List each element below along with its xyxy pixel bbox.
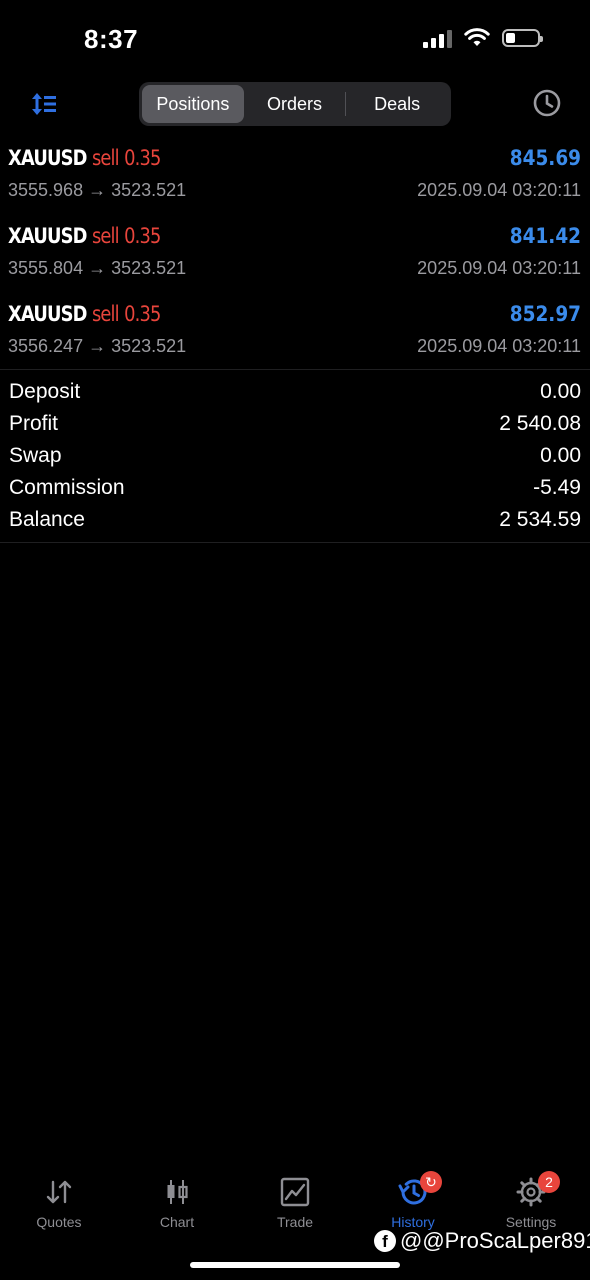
candlestick-icon	[167, 1180, 188, 1204]
wifi-icon	[464, 28, 490, 46]
battery-icon	[502, 29, 543, 47]
watermark: f @@ProScaLper891	[374, 1228, 590, 1254]
tab-trade[interactable]: Trade	[236, 1168, 354, 1238]
deal-time: 2025.09.04 03:20:11	[417, 180, 581, 200]
summary-label: Commission	[9, 476, 125, 499]
home-indicator[interactable]	[190, 1262, 400, 1268]
summary-row-swap: Swap 0.00	[0, 440, 590, 472]
deal-title: XAUUSD sell 0.35	[8, 224, 161, 248]
deal-profit: 841.42	[509, 224, 581, 248]
deal-title: XAUUSD sell 0.35	[8, 146, 161, 170]
deal-row[interactable]: XAUUSD sell 0.35 841.42 3555.804 → 3523.…	[0, 214, 590, 292]
deal-profit: 845.69	[509, 146, 581, 170]
tab-orders[interactable]: Orders	[244, 85, 346, 123]
summary-value: 0.00	[540, 444, 581, 467]
summary-label: Balance	[9, 508, 85, 531]
deal-title: XAUUSD sell 0.35	[8, 302, 161, 326]
divider	[0, 369, 590, 370]
deal-symbol: XAUUSD	[8, 224, 87, 248]
deal-prices: 3556.247 → 3523.521	[8, 336, 187, 356]
deal-time: 2025.09.04 03:20:11	[417, 258, 581, 278]
divider	[0, 542, 590, 543]
tab-deals[interactable]: Deals	[346, 85, 448, 123]
status-icons	[423, 28, 543, 48]
tab-chart[interactable]: Chart	[118, 1168, 236, 1238]
facebook-icon: f	[374, 1230, 396, 1252]
trade-chart-icon	[280, 1177, 310, 1207]
tab-label: Chart	[159, 1214, 195, 1230]
tab-label: Quotes	[36, 1214, 82, 1230]
summary-table: Deposit 0.00 Profit 2 540.08 Swap 0.00 Comm…	[0, 376, 590, 536]
quotes-arrows-icon	[46, 1180, 72, 1204]
summary-value: 2 540.08	[499, 412, 581, 435]
tab-quotes[interactable]: Quotes	[0, 1168, 118, 1238]
watermark-text: @@ProScaLper891	[400, 1228, 590, 1253]
tab-positions[interactable]: Positions	[142, 85, 244, 123]
deal-side: sell	[91, 302, 120, 326]
deal-side: sell	[91, 224, 120, 248]
tab-label: Trade	[276, 1214, 314, 1230]
summary-row-profit: Profit 2 540.08	[0, 408, 590, 440]
clock-icon[interactable]	[532, 88, 562, 118]
cellular-signal-icon	[423, 28, 452, 48]
refresh-badge: ↻	[420, 1171, 442, 1193]
summary-row-commission: Commission -5.49	[0, 472, 590, 504]
deal-volume: 0.35	[124, 146, 161, 170]
deal-prices: 3555.968 → 3523.521	[8, 180, 187, 200]
deal-symbol: XAUUSD	[8, 302, 87, 326]
deal-symbol: XAUUSD	[8, 146, 87, 170]
sort-icon[interactable]	[30, 90, 60, 118]
summary-label: Swap	[9, 444, 62, 467]
summary-row-deposit: Deposit 0.00	[0, 376, 590, 408]
deal-row[interactable]: XAUUSD sell 0.35 852.97 3556.247 → 3523.…	[0, 292, 590, 370]
deal-prices: 3555.804 → 3523.521	[8, 258, 187, 278]
summary-value: 0.00	[540, 380, 581, 403]
deal-side: sell	[91, 146, 120, 170]
summary-value: 2 534.59	[499, 508, 581, 531]
summary-label: Deposit	[9, 380, 81, 403]
status-time: 8:37	[84, 24, 139, 54]
summary-value: -5.49	[533, 476, 581, 499]
summary-row-balance: Balance 2 534.59	[0, 504, 590, 536]
deal-time: 2025.09.04 03:20:11	[417, 336, 581, 356]
notification-badge: 2	[538, 1171, 560, 1193]
deal-volume: 0.35	[124, 302, 161, 326]
deal-volume: 0.35	[124, 224, 161, 248]
deal-row[interactable]: XAUUSD sell 0.35 845.69 3555.968 → 3523.…	[0, 136, 590, 214]
summary-label: Profit	[9, 412, 59, 435]
view-segmented-control: Positions Orders Deals	[139, 82, 451, 126]
deal-profit: 852.97	[509, 302, 581, 326]
